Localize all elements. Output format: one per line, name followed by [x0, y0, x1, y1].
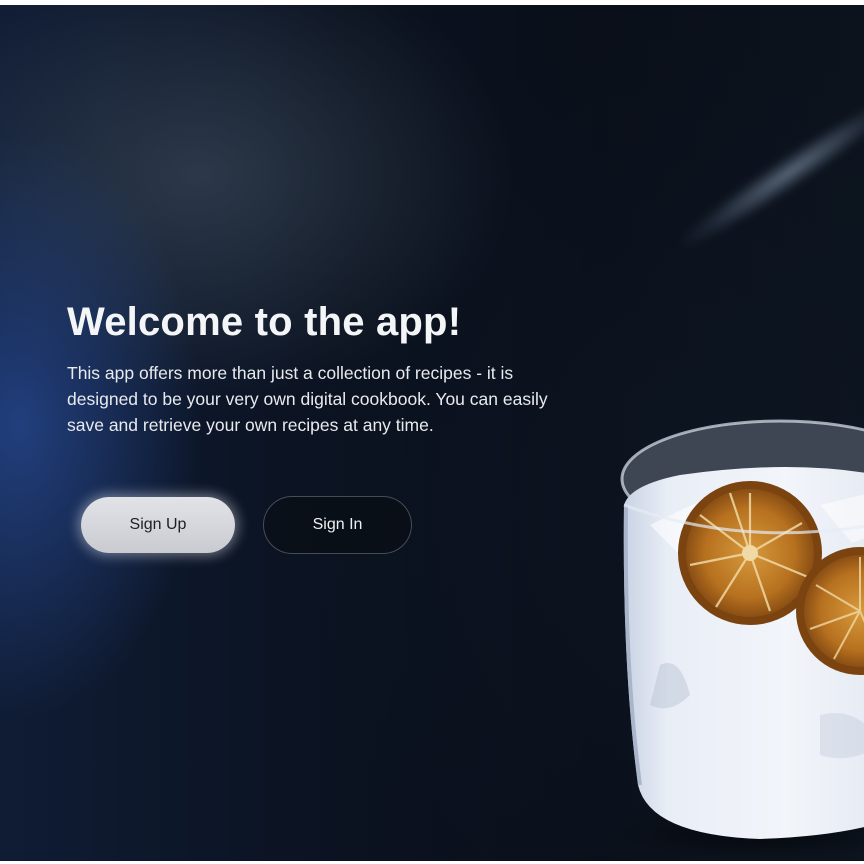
welcome-title: Welcome to the app! — [67, 300, 462, 344]
welcome-screen: Welcome to the app! This app offers more… — [0, 5, 864, 861]
sign-in-button[interactable]: Sign In — [263, 496, 412, 554]
welcome-description: This app offers more than just a collect… — [67, 363, 548, 435]
cocktail-glass-image — [620, 419, 864, 859]
hero-section: Welcome to the app! This app offers more… — [67, 298, 587, 438]
sign-up-button[interactable]: Sign Up — [81, 497, 235, 553]
light-streak-decoration — [672, 85, 864, 259]
